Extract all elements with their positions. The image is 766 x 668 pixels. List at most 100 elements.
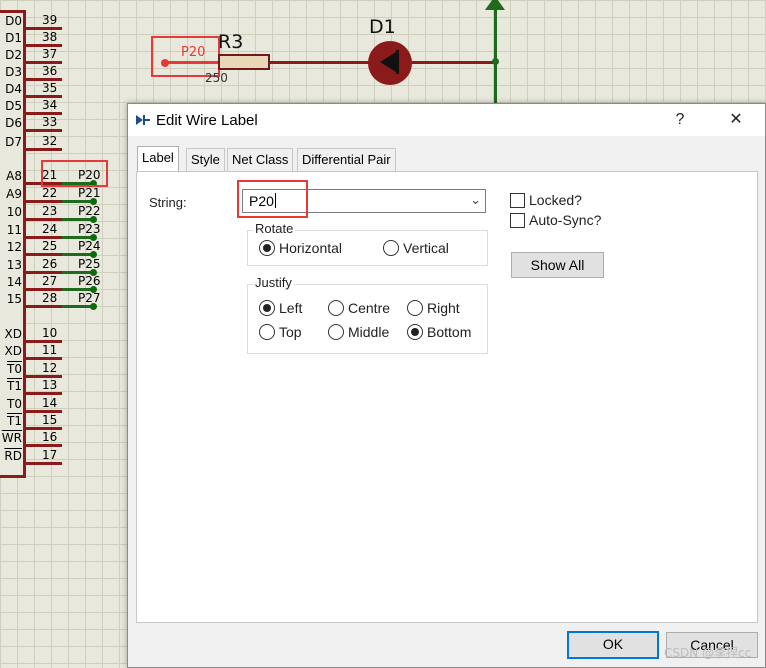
string-label: String:: [149, 195, 187, 210]
chip-pin-name: D3: [5, 65, 22, 79]
rotate-horizontal-label: Horizontal: [279, 240, 343, 256]
chip-pin-name: 12: [6, 240, 22, 254]
justify-bottom-option[interactable]: Bottom: [407, 324, 471, 340]
chip-pin-line[interactable]: [26, 444, 62, 447]
chip-pin-net-label[interactable]: P26: [78, 274, 101, 288]
chip-pin-name: T0: [7, 362, 22, 376]
dialog-title: Edit Wire Label: [156, 112, 258, 129]
power-terminal-icon[interactable]: [485, 0, 505, 10]
diode-ref: D1: [369, 16, 396, 38]
chip-pin-net-label[interactable]: P25: [78, 257, 101, 271]
justify-right-label: Right: [427, 300, 460, 316]
rotate-vertical-radio[interactable]: [383, 240, 399, 256]
diode-triangle-icon: [380, 52, 396, 72]
chip-pin-name: D4: [5, 82, 22, 96]
chip-pin-number: 26: [42, 257, 58, 271]
chip-pin-name: D7: [5, 135, 22, 149]
close-button[interactable]: ✕: [722, 109, 750, 131]
resistor-ref: R3: [218, 31, 244, 53]
chip-pin-name: A8: [6, 169, 22, 183]
dialog-titlebar[interactable]: Edit Wire Label ? ✕: [128, 104, 765, 136]
chip-pin-name: T1: [7, 414, 22, 428]
justify-centre-option[interactable]: Centre: [328, 300, 390, 316]
wire-segment-left[interactable]: [166, 61, 218, 64]
chip-pin-number: 15: [42, 413, 58, 427]
label-tab-panel: String: P20 ⌄ Rotate Horizontal Vertical…: [136, 171, 758, 623]
justify-bottom-label: Bottom: [427, 324, 472, 340]
autosync-label: Auto-Sync?: [529, 212, 602, 228]
watermark-text: CSDN @李捏cc: [664, 646, 752, 660]
chip-pin-net-label[interactable]: P23: [78, 222, 101, 236]
chip-pin-number: 25: [42, 239, 58, 253]
rotate-horizontal-option[interactable]: Horizontal: [259, 240, 342, 256]
chip-pin-name: 10: [6, 205, 22, 219]
justify-right-radio[interactable]: [407, 300, 423, 316]
chip-pin-name: RD: [4, 449, 22, 463]
chip-pin-number: 27: [42, 274, 58, 288]
chip-pin-name: D6: [5, 116, 22, 130]
chip-pin-line[interactable]: [26, 253, 62, 256]
chip-pin-number: 35: [42, 81, 58, 95]
chip-pin-number: 36: [42, 64, 58, 78]
justify-middle-radio[interactable]: [328, 324, 344, 340]
chip-pin-line[interactable]: [26, 148, 62, 151]
justify-top-option[interactable]: Top: [259, 324, 302, 340]
wire-segment-middle[interactable]: [270, 61, 370, 64]
chip-pin-line[interactable]: [26, 129, 62, 132]
justify-centre-radio[interactable]: [328, 300, 344, 316]
chip-pin-net-label[interactable]: P24: [78, 239, 101, 253]
diode-bar-icon: [396, 50, 399, 74]
autosync-checkbox[interactable]: [510, 212, 525, 228]
chip-pin-line[interactable]: [26, 392, 62, 395]
rotate-vertical-option[interactable]: Vertical: [383, 240, 449, 256]
autosync-option[interactable]: Auto-Sync?: [510, 212, 601, 228]
pin-label-highlight: [41, 160, 108, 187]
chip-pin-line[interactable]: [26, 462, 62, 465]
locked-label: Locked?: [529, 192, 582, 208]
chip-pin-line[interactable]: [26, 200, 62, 203]
net-junction-dot: [90, 303, 97, 310]
rotate-group-title: Rotate: [253, 221, 296, 236]
ok-button[interactable]: OK: [567, 631, 659, 659]
chip-pin-name: 14: [6, 275, 22, 289]
tab-style[interactable]: Style: [186, 148, 225, 171]
chip-pin-number: 39: [42, 13, 58, 27]
chip-pin-net-label[interactable]: P22: [78, 204, 101, 218]
chip-pin-number: 23: [42, 204, 58, 218]
tab-label[interactable]: Label: [137, 146, 179, 172]
wire-label-text[interactable]: P20: [181, 45, 205, 60]
chip-pin-net-label[interactable]: P21: [78, 186, 101, 200]
tab-net-class[interactable]: Net Class: [227, 148, 294, 171]
wire-vertical[interactable]: [494, 0, 497, 103]
chip-pin-line[interactable]: [26, 357, 62, 360]
chip-pin-name: D2: [5, 48, 22, 62]
help-button[interactable]: ?: [666, 109, 694, 131]
justify-bottom-radio[interactable]: [407, 324, 423, 340]
justify-middle-option[interactable]: Middle: [328, 324, 389, 340]
wire-segment-right[interactable]: [412, 61, 496, 64]
resistor-r3[interactable]: [218, 54, 270, 70]
tab-differential-pair[interactable]: Differential Pair: [297, 148, 396, 171]
justify-left-radio[interactable]: [259, 300, 275, 316]
chip-pin-number: 10: [42, 326, 58, 340]
justify-left-option[interactable]: Left: [259, 300, 302, 316]
locked-checkbox[interactable]: [510, 192, 525, 208]
chip-pin-number: 37: [42, 47, 58, 61]
chip-pin-name: T1: [7, 379, 22, 393]
chip-pin-number: 11: [42, 343, 58, 357]
show-all-button[interactable]: Show All: [511, 252, 604, 278]
locked-option[interactable]: Locked?: [510, 192, 582, 208]
chip-pin-net-label[interactable]: P27: [78, 291, 101, 305]
justify-right-option[interactable]: Right: [407, 300, 460, 316]
edit-wire-label-dialog: Edit Wire Label ? ✕ Label Style Net Clas…: [127, 103, 766, 668]
chip-pin-number: 12: [42, 361, 58, 375]
justify-top-radio[interactable]: [259, 324, 275, 340]
rotate-horizontal-radio[interactable]: [259, 240, 275, 256]
chip-pin-number: 33: [42, 115, 58, 129]
chevron-down-icon[interactable]: ⌄: [470, 193, 481, 208]
chip-pin-line[interactable]: [26, 218, 62, 221]
chip-pin-name: XD: [4, 344, 22, 358]
chip-pin-number: 34: [42, 98, 58, 112]
chip-pin-line[interactable]: [26, 305, 62, 308]
justify-middle-label: Middle: [348, 324, 390, 340]
